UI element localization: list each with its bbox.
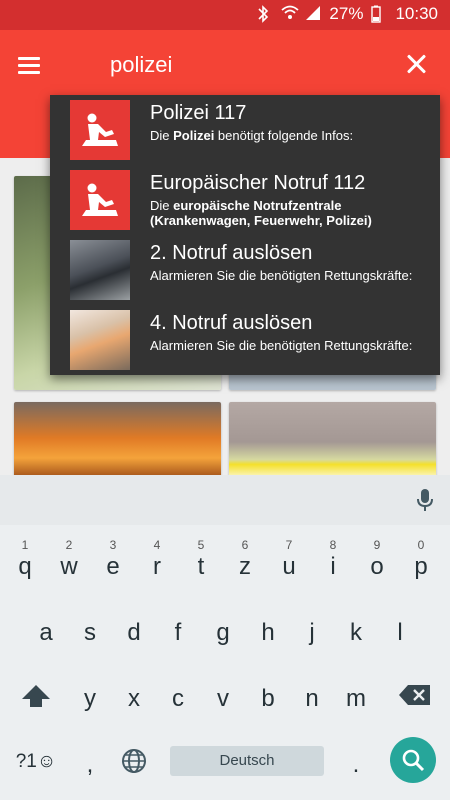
- suggestion-title: 4. Notruf auslösen: [150, 312, 313, 334]
- crashed-car-photo: [70, 240, 130, 300]
- key-j[interactable]: j: [290, 599, 334, 653]
- suggestion-subtitle: Die Polizei benötigt folgende Infos:: [150, 128, 354, 143]
- symbols-key[interactable]: ?1☺: [10, 731, 62, 785]
- clock: 10:30: [395, 4, 438, 23]
- topic-card[interactable]: [229, 402, 436, 482]
- suggestion-title: 2. Notruf auslösen: [150, 242, 313, 264]
- suggestion-item[interactable]: 2. Notruf auslösen Alarmieren Sie die be…: [50, 235, 440, 305]
- key-y[interactable]: y: [68, 665, 112, 719]
- key-u[interactable]: 7u: [267, 533, 311, 587]
- suggestion-title: Polizei 117: [150, 102, 247, 124]
- key-o[interactable]: 9o: [355, 533, 399, 587]
- key-i[interactable]: 8i: [311, 533, 355, 587]
- key-l[interactable]: l: [378, 599, 422, 653]
- keyboard-toolbar: [0, 475, 450, 525]
- suggestion-subtitle: Alarmieren Sie die benötigten Rettungskr…: [150, 268, 413, 283]
- status-icons: 27% 10:30: [257, 4, 438, 24]
- ambulance-photo: [229, 402, 436, 482]
- key-m[interactable]: m: [334, 665, 378, 719]
- key-w[interactable]: 2w: [47, 533, 91, 587]
- language-key[interactable]: [112, 731, 156, 785]
- close-icon[interactable]: [402, 50, 430, 78]
- soft-keyboard: 1q 2w 3e 4r 5t 6z 7u 8i 9o 0p a s d f g …: [0, 475, 450, 800]
- space-key[interactable]: Deutsch: [170, 746, 324, 776]
- search-icon[interactable]: [390, 737, 436, 783]
- key-e[interactable]: 3e: [91, 533, 135, 587]
- signal-icon: [305, 5, 321, 23]
- key-p[interactable]: 0p: [399, 533, 443, 587]
- key-k[interactable]: k: [334, 599, 378, 653]
- person-photo: [70, 310, 130, 370]
- key-v[interactable]: v: [201, 665, 245, 719]
- topic-card[interactable]: [14, 402, 221, 482]
- fire-photo: [14, 402, 221, 482]
- key-x[interactable]: x: [112, 665, 156, 719]
- key-q[interactable]: 1q: [3, 533, 47, 587]
- key-z[interactable]: 6z: [223, 533, 267, 587]
- search-suggestions: Polizei 117 Die Polizei benötigt folgend…: [50, 95, 440, 375]
- cpr-icon: [70, 170, 130, 230]
- wifi-icon: [281, 5, 300, 23]
- key-r[interactable]: 4r: [135, 533, 179, 587]
- bluetooth-icon: [257, 5, 273, 23]
- key-g[interactable]: g: [201, 599, 245, 653]
- suggestion-subtitle: Alarmieren Sie die benötigten Rettungskr…: [150, 338, 413, 353]
- suggestion-item[interactable]: Europäischer Notruf 112 Die europäische …: [50, 165, 440, 235]
- key-s[interactable]: s: [68, 599, 112, 653]
- battery-percent: 27%: [329, 4, 364, 23]
- suggestion-subtitle: Die europäische Notrufzentrale (Krankenw…: [150, 198, 372, 228]
- status-bar: 27% 10:30: [0, 0, 450, 30]
- backspace-key[interactable]: [392, 667, 436, 721]
- key-b[interactable]: b: [246, 665, 290, 719]
- search-query[interactable]: polizei: [110, 52, 172, 78]
- comma-key[interactable]: ,: [68, 731, 112, 785]
- key-c[interactable]: c: [156, 665, 200, 719]
- suggestion-item[interactable]: Polizei 117 Die Polizei benötigt folgend…: [50, 95, 440, 165]
- key-n[interactable]: n: [290, 665, 334, 719]
- microphone-icon[interactable]: [416, 488, 434, 512]
- hamburger-menu-icon[interactable]: [16, 54, 44, 76]
- period-key[interactable]: .: [334, 731, 378, 785]
- cpr-icon: [70, 100, 130, 160]
- key-h[interactable]: h: [246, 599, 290, 653]
- suggestion-item[interactable]: 4. Notruf auslösen Alarmieren Sie die be…: [50, 305, 440, 375]
- key-t[interactable]: 5t: [179, 533, 223, 587]
- key-f[interactable]: f: [156, 599, 200, 653]
- key-a[interactable]: a: [24, 599, 68, 653]
- battery-icon: [371, 5, 387, 23]
- key-d[interactable]: d: [112, 599, 156, 653]
- suggestion-title: Europäischer Notruf 112: [150, 172, 366, 194]
- shift-key[interactable]: [14, 667, 58, 721]
